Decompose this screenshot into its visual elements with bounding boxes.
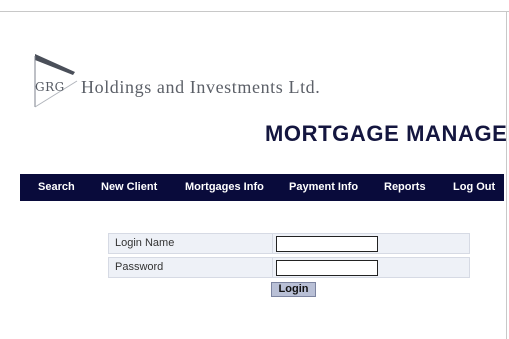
password-row: Password (108, 257, 470, 278)
password-label: Password (108, 257, 274, 278)
nav-item-reports[interactable]: Reports (384, 174, 426, 201)
nav-item-log-out[interactable]: Log Out (453, 174, 495, 201)
company-name: Holdings and Investments Ltd. (81, 77, 321, 97)
nav-item-new-client[interactable]: New Client (101, 174, 157, 201)
password-input[interactable] (276, 260, 378, 276)
login-name-row: Login Name (108, 233, 470, 254)
frame-border-top (0, 11, 509, 12)
nav-item-search[interactable]: Search (38, 174, 75, 201)
nav-item-mortgages-info[interactable]: Mortgages Info (185, 174, 264, 201)
app-title: MORTGAGE MANAGER (265, 121, 509, 146)
frame-border-right (506, 11, 507, 339)
main-nav-bar: Search New Client Mortgages Info Payment… (20, 174, 504, 201)
login-name-input[interactable] (276, 236, 378, 252)
nav-item-payment-info[interactable]: Payment Info (289, 174, 358, 201)
login-name-label: Login Name (108, 233, 274, 254)
login-name-cell (272, 233, 470, 254)
password-cell (272, 257, 470, 278)
login-button[interactable]: Login (271, 282, 316, 297)
logo-text: GRG (35, 80, 65, 94)
